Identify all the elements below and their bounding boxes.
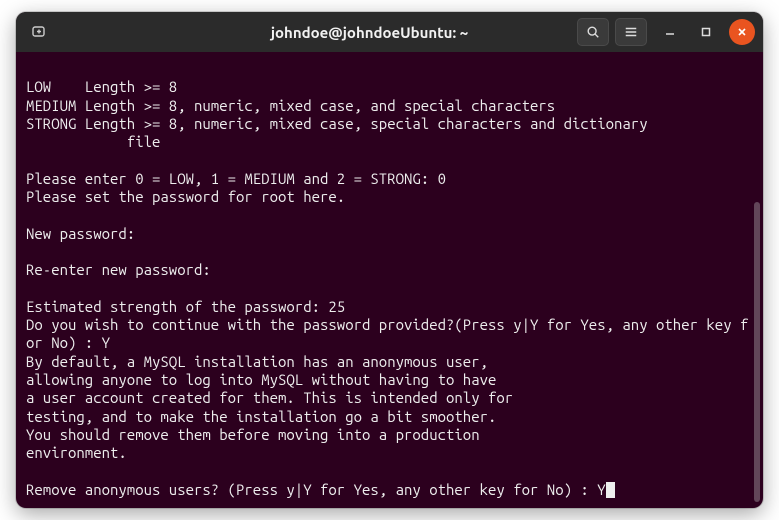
hamburger-icon (624, 25, 638, 39)
cursor (606, 482, 615, 498)
titlebar: johndoe@johndoeUbuntu: ~ (16, 12, 763, 52)
new-tab-icon (31, 24, 47, 40)
close-icon (736, 26, 748, 38)
titlebar-left (24, 17, 184, 47)
new-tab-button[interactable] (24, 17, 54, 47)
terminal-output[interactable]: LOW Length >= 8 MEDIUM Length >= 8, nume… (16, 52, 763, 508)
terminal-body[interactable]: LOW Length >= 8 MEDIUM Length >= 8, nume… (16, 52, 763, 508)
scrollbar-thumb[interactable] (754, 202, 760, 502)
menu-button[interactable] (615, 18, 647, 46)
window-title: johndoe@johndoeUbuntu: ~ (184, 24, 555, 41)
minimize-icon (664, 26, 676, 38)
search-icon (586, 25, 600, 39)
maximize-button[interactable] (693, 19, 719, 45)
search-button[interactable] (577, 18, 609, 46)
close-button[interactable] (729, 19, 755, 45)
minimize-button[interactable] (657, 19, 683, 45)
maximize-icon (700, 26, 712, 38)
titlebar-right (555, 18, 755, 46)
terminal-window: johndoe@johndoeUbuntu: ~ (16, 12, 763, 508)
